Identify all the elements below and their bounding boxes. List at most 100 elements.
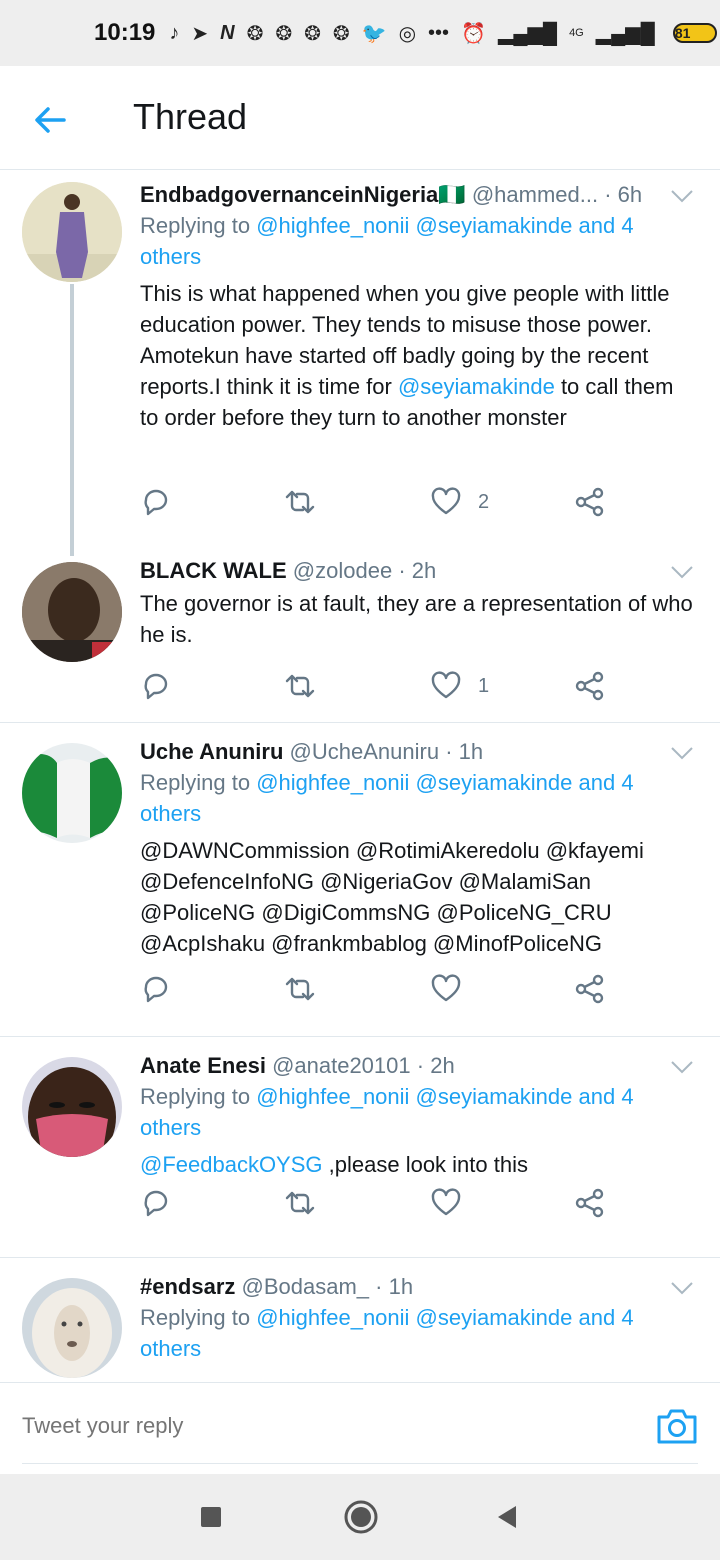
reply-button[interactable] <box>140 1183 172 1223</box>
tweet-text[interactable]: @DAWNCommission @RotimiAkeredolu @kfayem… <box>140 835 696 959</box>
retweet-button[interactable] <box>284 1183 316 1223</box>
back-button[interactable] <box>30 100 70 140</box>
reply-button[interactable] <box>140 969 172 1009</box>
avatar[interactable] <box>22 182 122 282</box>
tweet-header: Uche Anuniru @UcheAnuniru · 1h <box>140 737 696 767</box>
recents-button[interactable] <box>200 1506 222 1533</box>
tweet-header: EndbadgovernanceinNigeria🇳🇬 @hammed... ·… <box>140 180 696 210</box>
flag-icon: 🇳🇬 <box>438 182 466 207</box>
reply-icon <box>144 976 168 1003</box>
replying-to: Replying to @highfee_nonii @seyiamakinde… <box>140 210 696 272</box>
share-button[interactable] <box>574 482 606 522</box>
replying-mentions[interactable]: @highfee_nonii @seyiamakinde and 4 <box>256 1305 633 1330</box>
display-name[interactable]: BLACK WALE <box>140 558 287 583</box>
tweet[interactable]: BLACK WALE @zolodee · 2h The governor is… <box>0 550 720 722</box>
mention-link[interactable]: @FeedbackOYSG <box>140 1152 323 1177</box>
camera-icon <box>657 1409 697 1444</box>
retweet-button[interactable] <box>284 969 316 1009</box>
reply-button[interactable] <box>140 482 172 522</box>
back-nav-button[interactable] <box>496 1504 518 1535</box>
like-button[interactable] <box>430 1183 462 1223</box>
share-button[interactable] <box>574 666 606 706</box>
display-name[interactable]: #endsarz <box>140 1274 235 1299</box>
user-handle[interactable]: @UcheAnuniru <box>290 739 440 764</box>
back-triangle-icon <box>498 1506 516 1528</box>
4g-signal-icon: ▂▄▆█ <box>595 22 655 45</box>
tweet-actions: 1 <box>140 666 620 706</box>
replying-mentions[interactable]: @highfee_nonii @seyiamakinde and 4 <box>256 770 633 795</box>
user-handle[interactable]: @Bodasam_ <box>242 1274 370 1299</box>
avatar[interactable] <box>22 743 122 843</box>
display-name[interactable]: Anate Enesi <box>140 1053 266 1078</box>
share-icon <box>575 974 604 1004</box>
tweet-header: Anate Enesi @anate20101 · 2h <box>140 1051 696 1081</box>
avatar[interactable] <box>22 562 122 662</box>
display-name[interactable]: Uche Anuniru <box>140 739 283 764</box>
tweet-text: This is what happened when you give peop… <box>140 278 696 433</box>
tweet-time: · 2h <box>398 558 437 583</box>
replying-to: Replying to @highfee_nonii @seyiamakinde… <box>140 1302 696 1364</box>
status-icons: ♪ ➤ N ❂ ❂ ❂ ❂ 🐦 ◎ ••• ⏰ ▂▄▆█ 4G ▂▄▆█ 81 <box>169 21 717 46</box>
share-button[interactable] <box>574 1183 606 1223</box>
share-icon <box>575 1188 604 1218</box>
mention-link[interactable]: @seyiamakinde <box>398 374 555 399</box>
home-button[interactable] <box>343 1499 379 1540</box>
tweet-header: #endsarz @Bodasam_ · 1h <box>140 1272 696 1302</box>
nairaland-icon: N <box>220 21 235 44</box>
like-button[interactable] <box>430 969 462 1009</box>
tweet-text: The governor is at fault, they are a rep… <box>140 591 693 647</box>
chevron-down-icon[interactable] <box>670 1059 694 1075</box>
share-icon <box>575 487 604 517</box>
replying-mentions[interactable]: @highfee_nonii @seyiamakinde and 4 <box>256 213 633 238</box>
replying-to: Replying to @highfee_nonii @seyiamakinde… <box>140 767 696 829</box>
chevron-down-icon[interactable] <box>670 188 694 204</box>
chevron-down-icon[interactable] <box>670 745 694 761</box>
share-icon <box>575 671 604 701</box>
retweet-icon <box>285 490 315 514</box>
back-arrow-icon <box>35 107 66 133</box>
camera-button[interactable] <box>656 1407 698 1445</box>
tweet-time: · 1h <box>375 1274 414 1299</box>
user-handle[interactable]: @hammed... <box>472 182 598 207</box>
tweet-time: · 1h <box>445 739 484 764</box>
app-icon: ❂ <box>332 22 350 45</box>
replying-others[interactable]: others <box>140 1115 201 1140</box>
system-nav-bar <box>0 1474 720 1560</box>
avatar-image <box>22 1278 122 1378</box>
replying-others[interactable]: others <box>140 244 201 269</box>
twitter-icon: 🐦 <box>361 22 387 45</box>
retweet-button[interactable] <box>284 482 316 522</box>
replying-others[interactable]: others <box>140 1336 201 1361</box>
telegram-icon: ➤ <box>191 22 209 45</box>
reply-button[interactable] <box>140 666 172 706</box>
heart-icon <box>431 1188 461 1216</box>
thread-timeline[interactable]: EndbadgovernanceinNigeria🇳🇬 @hammed... ·… <box>0 170 720 1382</box>
reply-input[interactable] <box>22 1413 602 1439</box>
chevron-down-icon[interactable] <box>670 564 694 580</box>
retweet-button[interactable] <box>284 666 316 706</box>
chevron-down-icon[interactable] <box>670 1280 694 1296</box>
like-button[interactable]: 2 <box>430 482 489 522</box>
share-button[interactable] <box>574 969 606 1009</box>
user-handle[interactable]: @zolodee <box>293 558 392 583</box>
reply-composer <box>0 1382 720 1474</box>
tweet-header: BLACK WALE @zolodee · 2h <box>140 556 696 586</box>
tweet[interactable]: EndbadgovernanceinNigeria🇳🇬 @hammed... ·… <box>0 170 720 556</box>
tweet[interactable]: Anate Enesi @anate20101 · 2h Replying to… <box>0 1037 720 1257</box>
header: Thread <box>0 66 720 170</box>
replying-label: Replying to <box>140 1084 251 1109</box>
replying-others[interactable]: others <box>140 801 201 826</box>
tweet[interactable]: #endsarz @Bodasam_ · 1h Replying to @hig… <box>0 1258 720 1382</box>
more-icon: ••• <box>428 21 450 44</box>
page-title: Thread <box>133 96 248 137</box>
avatar[interactable] <box>22 1057 122 1157</box>
display-name[interactable]: EndbadgovernanceinNigeria <box>140 182 438 207</box>
like-button[interactable]: 1 <box>430 666 489 706</box>
replying-label: Replying to <box>140 1305 251 1330</box>
status-time: 10:19 <box>94 19 156 46</box>
replying-label: Replying to <box>140 770 251 795</box>
avatar[interactable] <box>22 1278 122 1378</box>
replying-mentions[interactable]: @highfee_nonii @seyiamakinde and 4 <box>256 1084 633 1109</box>
tweet[interactable]: Uche Anuniru @UcheAnuniru · 1h Replying … <box>0 723 720 1036</box>
user-handle[interactable]: @anate20101 <box>272 1053 411 1078</box>
